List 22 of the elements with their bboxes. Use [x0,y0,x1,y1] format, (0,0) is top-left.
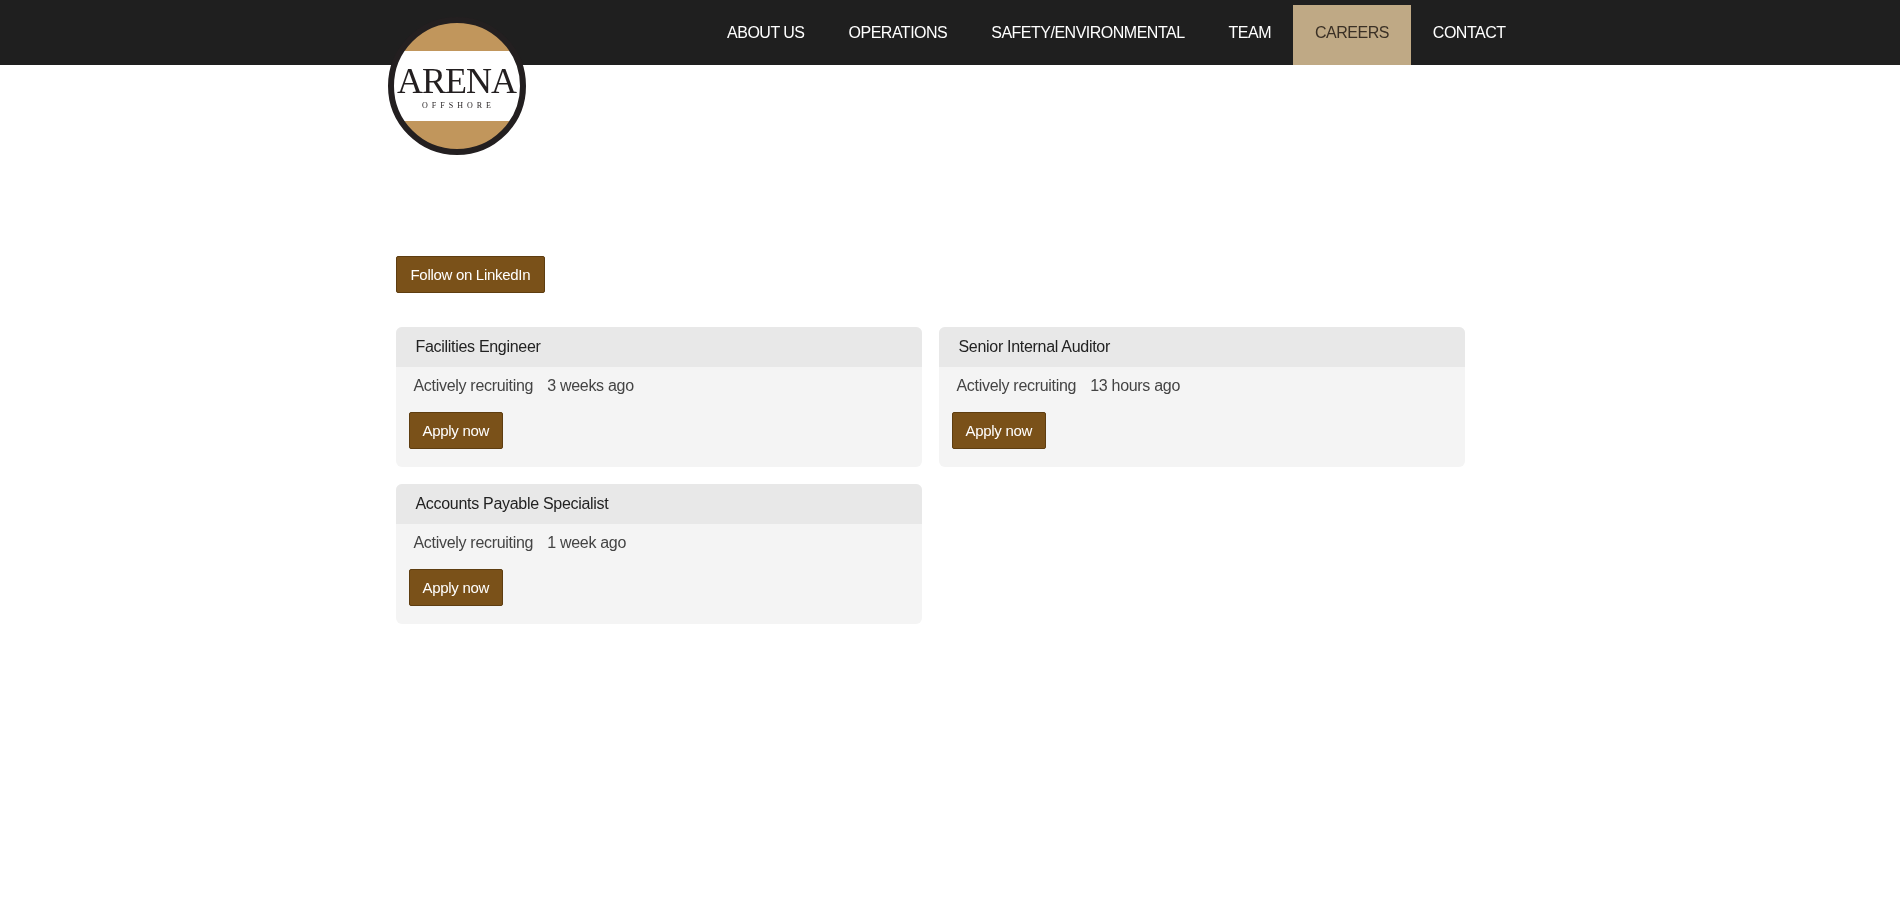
follow-linkedin-button[interactable]: Follow on LinkedIn [395,256,546,293]
job-title: Facilities Engineer [395,327,922,367]
job-status: Actively recruiting [413,377,534,395]
posted-time: 3 weeks ago [547,377,634,395]
nav-link[interactable]: SAFETY/ENVIRONMENTAL [969,5,1207,65]
nav-link[interactable]: OPERATIONS [826,5,970,65]
logo-subtitle: OFFSHORE [422,100,495,110]
nav-link[interactable]: CAREERS [1293,5,1411,65]
posted-time: 1 week ago [547,534,627,552]
nav-link[interactable]: CONTACT [1410,5,1528,65]
logo-wordmark: ARENA [397,62,516,99]
job-title: Accounts Payable Specialist [395,484,922,524]
apply-button[interactable]: Apply now [408,569,503,606]
posted-time: 13 hours ago [1090,377,1180,395]
logo-badge[interactable]: ARENA OFFSHORE [387,17,526,155]
job-title: Senior Internal Auditor [938,327,1465,367]
nav-link[interactable]: ABOUT US [705,5,827,65]
job-status: Actively recruiting [956,377,1077,395]
apply-button[interactable]: Apply now [408,412,503,449]
apply-button[interactable]: Apply now [951,412,1046,449]
job-status: Actively recruiting [413,534,534,552]
nav-link[interactable]: TEAM [1206,5,1293,65]
